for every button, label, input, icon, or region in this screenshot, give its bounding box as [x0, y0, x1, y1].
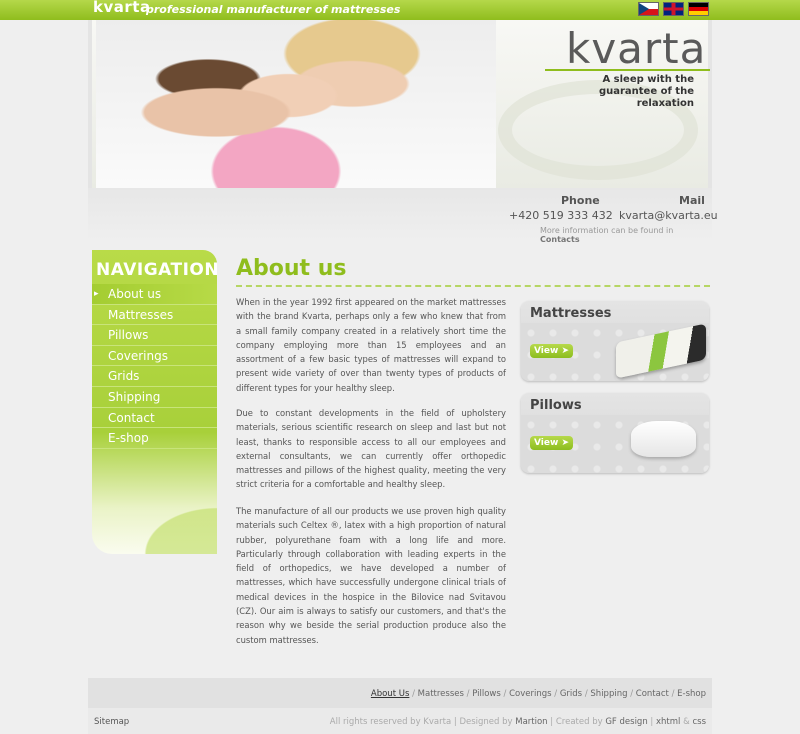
sitemap-link[interactable]: Sitemap	[94, 717, 129, 727]
pillow-image	[631, 421, 696, 457]
product-title-mattresses: Mattresses	[530, 306, 612, 321]
view-pillows-button[interactable]: View ➤	[530, 436, 573, 450]
footer-link-about-us[interactable]: About Us	[371, 689, 409, 699]
family-photo	[96, 20, 496, 188]
tech-separator: &	[683, 717, 690, 727]
paragraph-2: Due to constant developments in the fiel…	[236, 408, 506, 490]
paragraph-1: When in the year 1992 first appeared on …	[236, 297, 506, 393]
page-title: About us	[236, 256, 347, 281]
product-body: View ➤	[521, 323, 709, 381]
copyright-text: All rights reserved by Kvarta	[329, 717, 452, 727]
top-bar: kvarta professional manufacturer of matt…	[0, 0, 800, 20]
uk-flag-icon[interactable]	[663, 2, 684, 16]
footer-link-pillows[interactable]: Pillows	[472, 689, 501, 699]
more-info-text: More information can be found in Contact…	[540, 226, 712, 244]
nav-item-coverings[interactable]: Coverings	[92, 346, 217, 367]
footer-link-contact[interactable]: Contact	[636, 689, 669, 699]
mail-value[interactable]: kvarta@kvarta.eu	[619, 209, 718, 222]
footer-link-shipping[interactable]: Shipping	[590, 689, 627, 699]
title-divider	[236, 285, 710, 287]
footer-navigation: About Us / Mattresses / Pillows / Coveri…	[88, 678, 712, 708]
designer-link[interactable]: Martion	[515, 717, 547, 727]
phone-value: +420 519 333 432	[509, 209, 613, 222]
footer-bottom: Sitemap All rights reserved by Kvarta | …	[88, 708, 712, 734]
nav-item-shipping[interactable]: Shipping	[92, 387, 217, 408]
view-mattresses-button[interactable]: View ➤	[530, 344, 573, 358]
brand-logo: kvarta	[566, 24, 707, 73]
nav-item-pillows[interactable]: Pillows	[92, 325, 217, 346]
nav-list: About us Mattresses Pillows Coverings Gr…	[92, 284, 217, 449]
contact-bar: Phone +420 519 333 432 Mail kvarta@kvart…	[88, 188, 718, 244]
product-box-pillows[interactable]: Pillows View ➤	[521, 393, 709, 473]
product-body: View ➤	[521, 415, 709, 473]
footer-link-coverings[interactable]: Coverings	[509, 689, 551, 699]
language-switcher	[638, 2, 709, 16]
footer-link-mattresses[interactable]: Mattresses	[418, 689, 464, 699]
product-box-mattresses[interactable]: Mattresses View ➤	[521, 301, 709, 381]
site-tagline: professional manufacturer of mattresses	[146, 3, 401, 16]
designed-by-label: Designed by	[459, 717, 513, 727]
creator-link[interactable]: GF design	[605, 717, 647, 727]
created-by-label: Created by	[555, 717, 603, 727]
navigation-title: NAVIGATION	[96, 260, 217, 280]
nav-item-grids[interactable]: Grids	[92, 366, 217, 387]
footer-link-eshop[interactable]: E-shop	[677, 689, 706, 699]
sidebar-navigation: NAVIGATION About us Mattresses Pillows C…	[92, 250, 217, 554]
german-flag-icon[interactable]	[688, 2, 709, 16]
site-logo[interactable]: kvarta	[93, 0, 151, 15]
footer-links: About Us / Mattresses / Pillows / Coveri…	[371, 689, 706, 699]
nav-item-about-us[interactable]: About us	[92, 284, 217, 305]
nav-item-contact[interactable]: Contact	[92, 408, 217, 429]
brand-slogan: A sleep with the guarantee of the relaxa…	[598, 74, 694, 109]
czech-flag-icon[interactable]	[638, 2, 659, 16]
footer-credits: All rights reserved by Kvarta | Designed…	[329, 717, 706, 727]
brand-underline	[545, 69, 710, 71]
mattress-image	[616, 323, 706, 379]
mail-label: Mail	[679, 194, 705, 207]
contacts-link[interactable]: Contacts	[540, 235, 580, 244]
css-link[interactable]: css	[692, 717, 706, 727]
product-title-pillows: Pillows	[530, 398, 582, 413]
paragraph-3: The manufacture of all our products we u…	[236, 506, 506, 645]
footer-link-grids[interactable]: Grids	[560, 689, 582, 699]
more-info-label: More information can be found in	[540, 226, 674, 235]
xhtml-link[interactable]: xhtml	[656, 717, 680, 727]
nav-decoration	[92, 474, 217, 554]
phone-label: Phone	[561, 194, 600, 207]
nav-item-eshop[interactable]: E-shop	[92, 428, 217, 449]
nav-item-mattresses[interactable]: Mattresses	[92, 305, 217, 326]
